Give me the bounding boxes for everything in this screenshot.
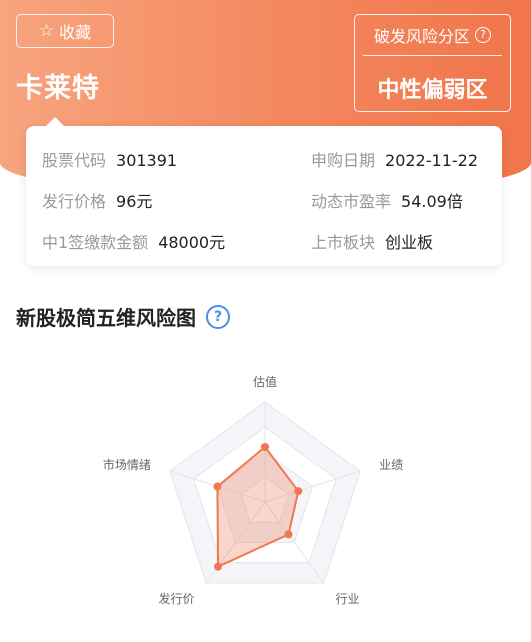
- risk-zone-title-text: 破发风险分区: [373, 27, 470, 46]
- radar-data-point: [213, 482, 222, 491]
- info-code-value: 301391: [116, 151, 178, 170]
- info-board-label: 上市板块: [311, 233, 376, 252]
- risk-zone-box: 破发风险分区 ? 中性偏弱区: [354, 14, 511, 112]
- question-circle-icon[interactable]: ?: [475, 27, 491, 43]
- radar-axis-label: 行业: [336, 592, 360, 606]
- info-amount: 中1签缴款金额 48000元: [42, 229, 225, 253]
- info-code-label: 股票代码: [42, 151, 107, 170]
- info-price: 发行价格 96元: [42, 188, 152, 212]
- radar-data-point: [261, 443, 269, 451]
- risk-zone-value: 中性偏弱区: [377, 78, 488, 103]
- info-board-value: 创业板: [385, 233, 434, 252]
- info-board: 上市板块 创业板: [311, 229, 433, 253]
- section-title-text: 新股极简五维风险图: [16, 306, 196, 330]
- risk-zone-title: 破发风险分区 ?: [355, 15, 510, 55]
- info-date-value: 2022-11-22: [385, 151, 478, 170]
- info-pe-label: 动态市盈率: [311, 192, 392, 211]
- info-price-value: 96元: [116, 192, 153, 211]
- risk-radar-chart: 估值业绩行业 发行价 市场情绪: [103, 374, 403, 606]
- info-date: 申购日期 2022-11-22: [311, 147, 478, 171]
- radar-axis-label: 市场情绪: [103, 457, 151, 472]
- info-pe: 动态市盈率 54.09倍: [311, 188, 463, 212]
- info-date-label: 申购日期: [311, 151, 376, 170]
- radar-data-point: [284, 530, 293, 539]
- radar-data-point: [294, 487, 303, 496]
- radar-axis-label: 发行价: [158, 591, 194, 606]
- info-amount-label: 中1签缴款金额: [42, 233, 149, 252]
- star-outline-icon: ☆: [38, 20, 55, 41]
- question-circle-icon[interactable]: ?: [206, 304, 230, 329]
- risk-zone-divider: [363, 55, 502, 56]
- info-amount-value: 48000元: [158, 233, 226, 252]
- stock-info-card: 股票代码 301391 申购日期 2022-11-22 发行价格 96元 动态市盈率 5…: [26, 117, 502, 266]
- favorite-label: 收藏: [59, 23, 92, 42]
- stock-name: 卡莱特: [16, 73, 100, 104]
- radar-axis-label: 估值: [253, 374, 277, 389]
- radar-data-point: [213, 562, 222, 571]
- info-code: 股票代码 301391: [42, 147, 177, 171]
- info-pe-value: 54.09倍: [401, 192, 463, 211]
- radar-axis-label: 业绩: [379, 458, 403, 472]
- favorite-button[interactable]: ☆ 收藏: [16, 14, 114, 48]
- section-title: 新股极简五维风险图 ?: [16, 302, 230, 331]
- info-price-label: 发行价格: [42, 192, 107, 211]
